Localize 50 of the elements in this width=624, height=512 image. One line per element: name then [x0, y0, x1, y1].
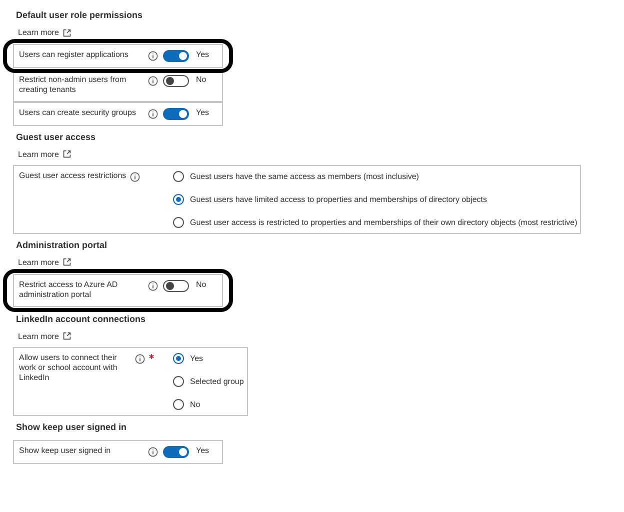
radio-label: No — [190, 400, 200, 409]
info-icon[interactable] — [135, 354, 145, 364]
setting-label: Guest user access restrictions — [19, 170, 126, 182]
external-link-icon — [62, 150, 71, 158]
toggle-value: Yes — [196, 446, 210, 455]
radio-label: Guest users have the same access as members (most inclusive) — [190, 172, 419, 181]
required-icon — [149, 354, 154, 359]
external-link-icon — [62, 332, 71, 340]
info-icon[interactable] — [148, 108, 158, 119]
radio-label: Guest user access is restricted to properties and memberships of their own directory objects (most restrictive) — [190, 218, 578, 227]
toggle-value: Yes — [196, 50, 210, 59]
toggle-switch[interactable] — [163, 280, 189, 292]
section-title: Default user role permissions — [16, 10, 144, 20]
info-icon[interactable] — [148, 51, 158, 61]
toggle-switch[interactable] — [163, 50, 189, 62]
info-icon[interactable] — [130, 172, 140, 182]
section-title: Guest user access — [16, 132, 97, 142]
radio-label: Selected group — [190, 376, 244, 386]
learn-more-link[interactable]: Learn more — [18, 150, 71, 159]
radio-button[interactable] — [173, 398, 184, 410]
radio-button[interactable] — [173, 194, 184, 205]
setting-label: Users can register applications — [19, 50, 130, 60]
learn-more-link[interactable]: Learn more — [18, 332, 71, 341]
learn-more-link[interactable]: Learn more — [18, 258, 71, 267]
info-icon[interactable] — [148, 76, 158, 86]
section-title: LinkedIn account connections — [16, 314, 147, 324]
radio-button[interactable] — [173, 216, 184, 228]
radio-label: Guest users have limited access to properties and memberships of directory objects — [190, 194, 488, 204]
setting-label: Restrict access to Azure AD administration portal — [19, 280, 119, 301]
setting-label: Show keep user signed in — [19, 446, 112, 456]
radio-label: Yes — [190, 354, 204, 363]
toggle-switch[interactable] — [163, 108, 189, 120]
toggle-switch[interactable] — [163, 75, 189, 87]
external-link-icon — [62, 28, 71, 36]
setting-label: Allow users to connect their work or school account with LinkedIn — [19, 352, 118, 384]
section-title: Show keep user signed in — [16, 422, 128, 432]
toggle-value: Yes — [196, 108, 210, 117]
external-link-icon — [62, 258, 71, 266]
toggle-value: No — [196, 280, 206, 289]
toggle-value: No — [196, 75, 206, 84]
learn-more-link[interactable]: Learn more — [18, 28, 71, 37]
setting-label: Users can create security groups — [19, 108, 137, 118]
info-icon[interactable] — [148, 446, 158, 457]
radio-button[interactable] — [173, 376, 184, 387]
toggle-switch[interactable] — [163, 446, 189, 458]
section-title: Administration portal — [16, 240, 108, 250]
setting-label: Restrict non-admin users from creating tenants — [19, 75, 128, 96]
info-icon[interactable] — [148, 280, 158, 291]
radio-button[interactable] — [173, 170, 184, 182]
radio-button[interactable] — [173, 352, 184, 364]
